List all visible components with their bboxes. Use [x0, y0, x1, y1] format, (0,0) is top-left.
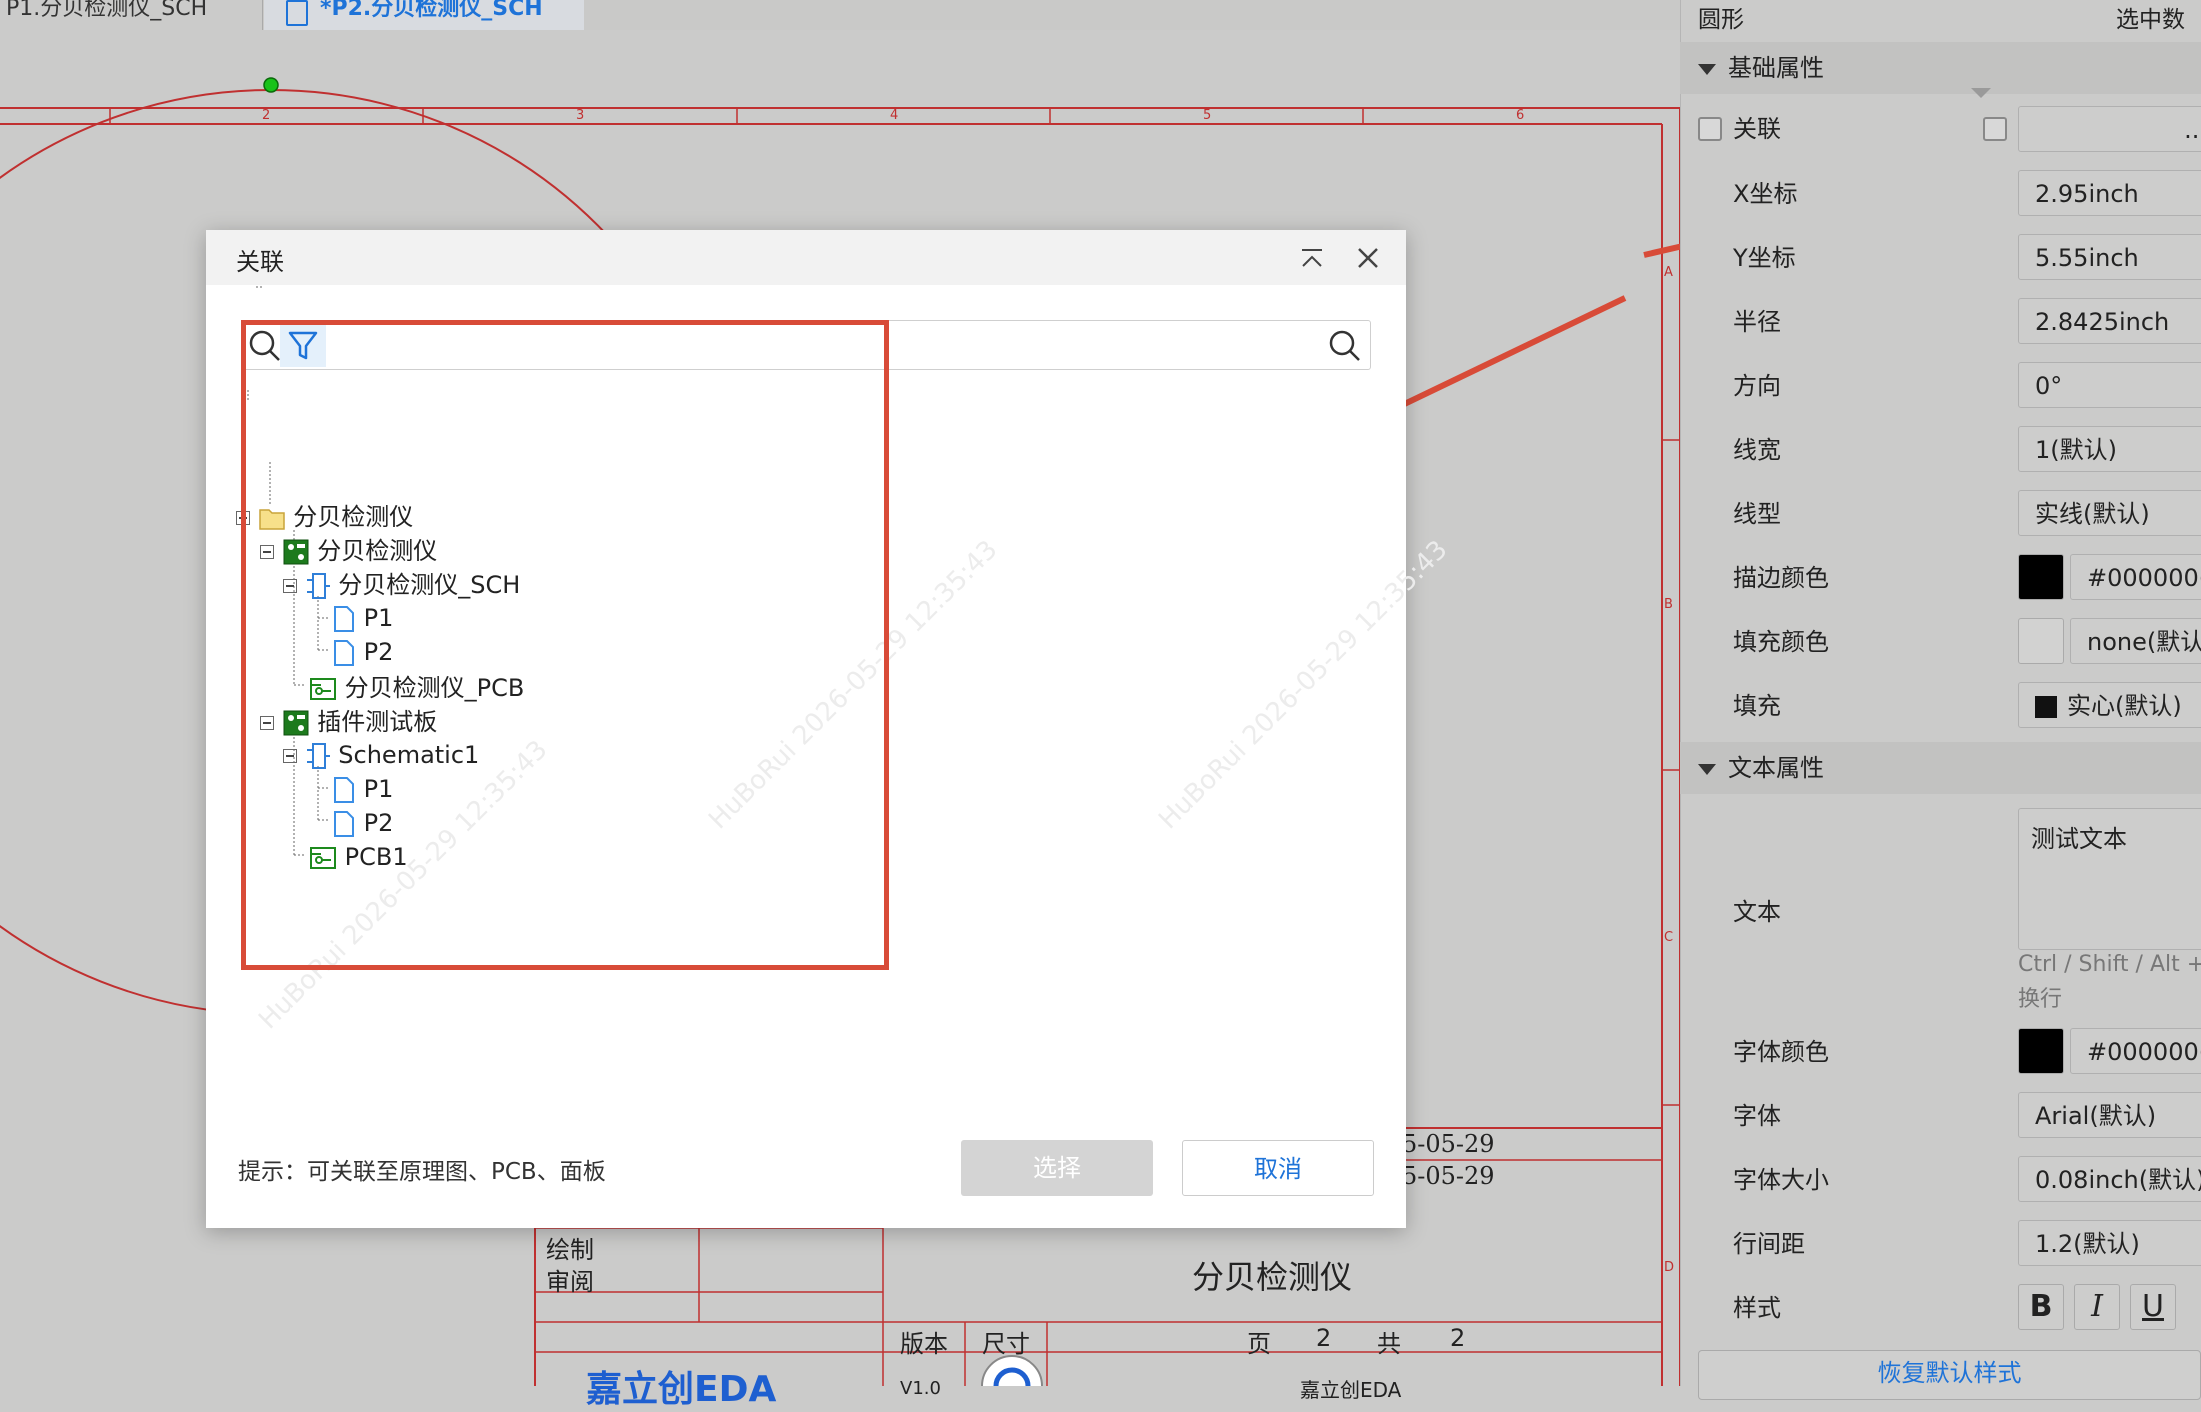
total-label: 共 [1377, 1330, 1401, 1358]
line-width-select[interactable]: 1(默认) [2018, 426, 2201, 472]
line-type-select[interactable]: 实线(默认) [2018, 490, 2201, 536]
radius-input[interactable]: 2.8425inch [2018, 298, 2201, 344]
line-spacing-input[interactable]: 1.2(默认) [2018, 1220, 2201, 1266]
search-icon[interactable] [1328, 329, 1362, 363]
style-label: 样式 [1733, 1294, 1781, 1322]
date-text: 5-05-29 [1402, 1162, 1495, 1190]
collapse-icon [1698, 63, 1716, 75]
row-letter: B [1664, 597, 1673, 612]
fill-color-input[interactable]: none(默认 [2070, 618, 2201, 664]
prop-label: Y坐标 [1733, 244, 1796, 272]
column-number: 6 [1516, 108, 1525, 123]
prop-label: X坐标 [1733, 180, 1798, 208]
cancel-button[interactable]: 取消 [1182, 1140, 1374, 1196]
underline-button[interactable]: U [2130, 1284, 2176, 1330]
text-properties-section[interactable]: 文本属性 [1680, 742, 2201, 794]
tab-p2-schematic[interactable]: *P2.分贝检测仪_SCH [264, 0, 584, 33]
font-color-label: 字体颜色 [1733, 1038, 1829, 1066]
dialog-hint: 提示：可关联至原理图、PCB、面板 [238, 1159, 606, 1185]
column-number: 5 [1203, 108, 1212, 123]
fill-label: 填充 [1733, 692, 1781, 720]
y-coordinate-input[interactable]: 5.55inch [2018, 234, 2201, 280]
select-button[interactable]: 选择 [961, 1140, 1153, 1196]
total-value: 2 [1450, 1324, 1466, 1352]
review-label: 审阅 [546, 1268, 594, 1296]
prop-label: 线宽 [1733, 436, 1781, 464]
prop-label: 半径 [1733, 308, 1781, 336]
size-label: 尺寸 [982, 1330, 1030, 1358]
stroke-color-input[interactable]: #000000(默 [2070, 554, 2201, 600]
associate-toggle-checkbox[interactable] [1983, 117, 2007, 141]
object-type-label: 圆形 [1698, 7, 1744, 33]
highlight-frame [241, 320, 889, 970]
italic-button[interactable]: I [2074, 1284, 2120, 1330]
fill-type-value: 实心(默认) [2067, 692, 2182, 720]
font-color-input[interactable]: #000000(默 [2070, 1028, 2201, 1074]
tooltip-caret [1971, 88, 1991, 98]
fill-color-label: 填充颜色 [1733, 628, 1829, 656]
text-hint: 换行 [2018, 987, 2063, 1012]
page-label: 页 [1247, 1330, 1271, 1358]
drawn-label: 绘制 [546, 1236, 594, 1264]
font-label: 字体 [1733, 1102, 1781, 1130]
tab-label: *P2.分贝检测仪_SCH [320, 0, 543, 21]
date-text: 5-05-29 [1402, 1130, 1495, 1158]
bold-button[interactable]: B [2018, 1284, 2064, 1330]
fill-color-swatch[interactable] [2018, 618, 2064, 664]
font-color-swatch[interactable] [2018, 1028, 2064, 1074]
row-letter: A [1664, 265, 1673, 280]
font-select[interactable]: Arial(默认) [2018, 1092, 2201, 1138]
column-number: 2 [262, 108, 271, 123]
font-size-label: 字体大小 [1733, 1166, 1829, 1194]
prop-label: 方向 [1733, 372, 1781, 400]
chevron-up-icon [1302, 249, 1322, 267]
row-letter: D [1664, 1260, 1675, 1275]
x-coordinate-input[interactable]: 2.95inch [2018, 170, 2201, 216]
associate-select-button[interactable]: ... [2018, 106, 2201, 152]
line-spacing-label: 行间距 [1733, 1230, 1805, 1258]
row-letter: C [1664, 930, 1674, 945]
section-title: 基础属性 [1728, 54, 1824, 82]
stroke-color-swatch[interactable] [2018, 554, 2064, 600]
associate-checkbox[interactable] [1698, 117, 1722, 141]
document-icon [286, 0, 308, 26]
section-title: 文本属性 [1728, 754, 1824, 782]
restore-default-style-button[interactable]: 恢复默认样式 [1698, 1350, 2201, 1400]
version-label: 版本 [900, 1330, 948, 1358]
solid-fill-icon [2035, 696, 2057, 718]
company-logo: 嘉立创EDA [586, 1369, 777, 1410]
text-hint: Ctrl / Shift / Alt + E [2018, 952, 2201, 977]
version-value: V1.0 [900, 1378, 941, 1399]
page-value: 2 [1316, 1324, 1332, 1352]
close-icon [1358, 248, 1378, 268]
stroke-color-label: 描边颜色 [1733, 564, 1829, 592]
associate-label: 关联 [1733, 115, 1781, 143]
collapse-dialog-button[interactable] [1292, 238, 1332, 278]
tab-label: P1.分贝检测仪_SCH [6, 0, 208, 21]
sheet-title: 分贝检测仪 [1192, 1258, 1353, 1296]
basic-properties-section[interactable]: 基础属性 [1680, 42, 2201, 94]
prop-label: 线型 [1733, 500, 1781, 528]
company-text: 嘉立创EDA [1300, 1378, 1402, 1402]
tab-p1-schematic[interactable]: P1.分贝检测仪_SCH [0, 0, 263, 30]
column-number: 4 [890, 108, 899, 123]
close-dialog-button[interactable] [1348, 238, 1388, 278]
direction-input[interactable]: 0° [2018, 362, 2201, 408]
fill-type-select[interactable]: 实心(默认) [2018, 682, 2201, 728]
text-content-input[interactable]: 测试文本 [2018, 808, 2201, 950]
column-number: 3 [576, 108, 585, 123]
font-size-input[interactable]: 0.08inch(默认) [2018, 1156, 2201, 1202]
collapse-icon [1698, 763, 1716, 775]
text-label: 文本 [1733, 898, 1781, 926]
